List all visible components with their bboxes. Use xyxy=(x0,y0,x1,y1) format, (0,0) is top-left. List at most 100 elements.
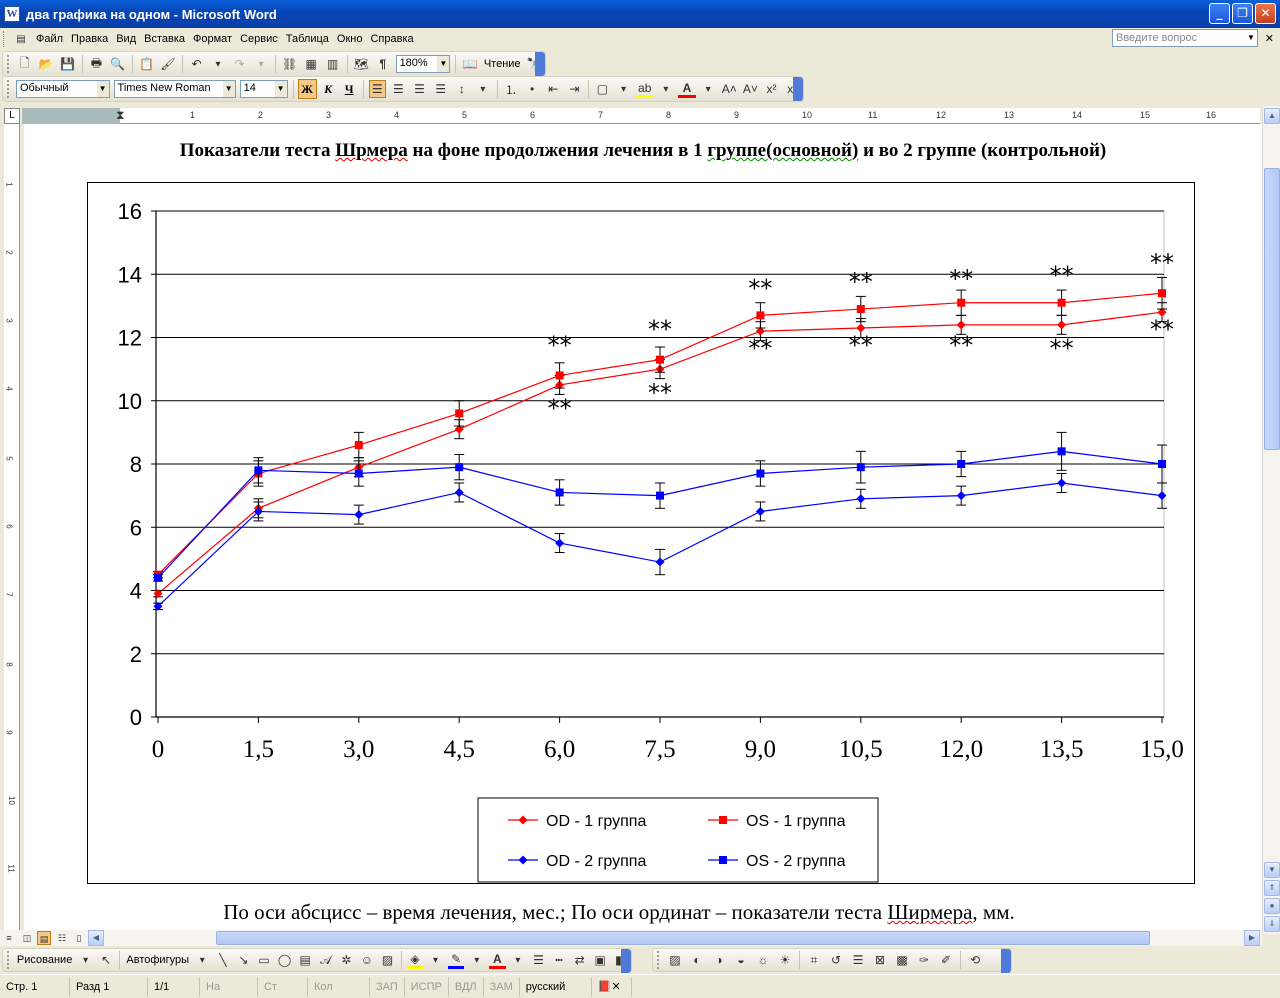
insert-excel-icon[interactable]: ▥ xyxy=(324,55,342,73)
crop-icon[interactable]: ⌗ xyxy=(805,951,823,969)
chevron-down-icon[interactable]: ▼ xyxy=(222,81,235,97)
ask-question-input[interactable]: Введите вопрос ▼ xyxy=(1112,29,1258,47)
autoshapes-menu-button[interactable]: Автофигуры xyxy=(126,954,189,966)
status-record[interactable]: ЗАП xyxy=(370,976,405,997)
justify-icon[interactable]: ☰ xyxy=(432,80,449,98)
chart-object[interactable]: 0 2 4 6 8 10 12 14 16 0 1,5 3,0 4,5 6,0 7,5 9,0 10,5 12,0… xyxy=(87,182,1195,884)
menu-view[interactable]: Вид xyxy=(112,33,140,45)
font-color-icon[interactable]: A xyxy=(489,951,506,969)
chevron-down-icon[interactable]: ▾ xyxy=(700,80,717,98)
status-language[interactable]: русский (Ро xyxy=(520,976,592,997)
chevron-down-icon[interactable]: ▾ xyxy=(468,951,485,969)
reading-view-icon[interactable]: ▯ xyxy=(72,931,86,945)
text-box-icon[interactable]: ▤ xyxy=(297,951,314,969)
open-folder-icon[interactable]: 📂 xyxy=(38,55,56,73)
italic-button[interactable]: К xyxy=(319,79,338,99)
reset-picture-icon[interactable]: ⟲ xyxy=(966,951,984,969)
document-menu-icon[interactable]: ▤ xyxy=(12,30,30,48)
vertical-scroll-thumb[interactable] xyxy=(1264,168,1280,450)
redo-dropdown-icon[interactable]: ▾ xyxy=(252,55,270,73)
text-wrap-icon[interactable]: ▩ xyxy=(893,951,911,969)
horizontal-scrollbar[interactable]: ≡ ◫ ▤ ☷ ▯ ◀ ▶ xyxy=(0,930,1262,946)
drawing-menu-button[interactable]: Рисование xyxy=(17,954,72,966)
scroll-left-icon[interactable]: ◀ xyxy=(88,930,104,946)
increase-indent-icon[interactable]: ⇥ xyxy=(566,80,583,98)
select-objects-icon[interactable]: ↖ xyxy=(98,951,115,969)
font-color-icon[interactable]: A xyxy=(678,80,696,98)
less-brightness-icon[interactable]: ☀ xyxy=(776,951,794,969)
print-preview-icon[interactable]: 🔍 xyxy=(109,55,127,73)
arrow-style-icon[interactable]: ⇄ xyxy=(571,951,588,969)
zoom-select[interactable]: 180% ▼ xyxy=(395,55,451,73)
menu-insert[interactable]: Вставка xyxy=(140,33,189,45)
insert-table-icon[interactable]: ▦ xyxy=(302,55,320,73)
format-painter-icon[interactable]: 🖌 xyxy=(159,55,177,73)
chevron-down-icon[interactable]: ▾ xyxy=(427,951,444,969)
next-page-icon[interactable]: ⇓ xyxy=(1264,916,1280,932)
spelling-check-icon[interactable]: 📕✕ xyxy=(592,976,632,997)
chevron-down-icon[interactable]: ▼ xyxy=(1245,30,1257,46)
word-app-icon[interactable]: W xyxy=(4,6,20,22)
line-style-icon[interactable]: ☰ xyxy=(530,951,547,969)
show-formatting-icon[interactable]: ¶ xyxy=(374,55,392,73)
document-close-icon[interactable]: ✕ xyxy=(1265,32,1274,45)
shadow-icon[interactable]: ▣ xyxy=(592,951,609,969)
highlight-icon[interactable]: ab xyxy=(636,80,654,98)
document-map-icon[interactable]: 🗺 xyxy=(352,55,370,73)
normal-view-icon[interactable]: ≡ xyxy=(2,931,16,945)
grow-font-icon[interactable]: A˄ xyxy=(721,80,738,98)
transparent-color-icon[interactable]: ✐ xyxy=(937,951,955,969)
chevron-down-icon[interactable]: ▾ xyxy=(77,951,94,969)
minimize-button[interactable]: _ xyxy=(1209,3,1230,24)
font-select[interactable]: Times New Roman ▼ xyxy=(113,80,236,98)
fill-color-icon[interactable]: ◈ xyxy=(406,951,424,969)
line-style-icon[interactable]: ☰ xyxy=(849,951,867,969)
shrink-font-icon[interactable]: A˅ xyxy=(742,80,759,98)
underline-button[interactable]: Ч xyxy=(340,79,359,99)
chevron-down-icon[interactable]: ▼ xyxy=(96,81,109,97)
chevron-down-icon[interactable]: ▼ xyxy=(437,56,450,72)
align-left-icon[interactable]: ☰ xyxy=(368,80,386,98)
diagram-icon[interactable]: ✲ xyxy=(338,951,355,969)
compress-icon[interactable]: ⊠ xyxy=(871,951,889,969)
numbering-icon[interactable]: ⒈ xyxy=(502,80,519,98)
outline-view-icon[interactable]: ☷ xyxy=(55,931,69,945)
vertical-scrollbar[interactable]: ▲ ▼ ⇑ ● ⇓ xyxy=(1262,106,1280,934)
scroll-right-icon[interactable]: ▶ xyxy=(1244,930,1260,946)
indent-marker-icon[interactable]: ⧗ xyxy=(116,108,124,123)
menu-file[interactable]: Файл xyxy=(32,33,67,45)
menu-table[interactable]: Таблица xyxy=(282,33,333,45)
chevron-down-icon[interactable]: ▾ xyxy=(510,951,527,969)
undo-icon[interactable]: ↶ xyxy=(188,55,206,73)
web-view-icon[interactable]: ◫ xyxy=(20,931,34,945)
previous-page-icon[interactable]: ⇑ xyxy=(1264,880,1280,896)
chevron-down-icon[interactable]: ▾ xyxy=(474,80,491,98)
format-picture-icon[interactable]: ✑ xyxy=(915,951,933,969)
scroll-up-icon[interactable]: ▲ xyxy=(1264,108,1280,124)
document-page[interactable]: Показатели теста Шрмера на фоне продолже… xyxy=(24,124,1262,930)
chevron-down-icon[interactable]: ▾ xyxy=(194,951,211,969)
close-button[interactable]: ✕ xyxy=(1255,3,1276,24)
color-icon[interactable]: ◐ xyxy=(688,951,706,969)
oval-tool-icon[interactable]: ◯ xyxy=(276,951,293,969)
borders-icon[interactable]: ▢ xyxy=(594,80,611,98)
tab-selector[interactable]: L xyxy=(4,108,20,124)
menu-edit[interactable]: Правка xyxy=(67,33,112,45)
menu-help[interactable]: Справка xyxy=(366,33,417,45)
bold-button[interactable]: Ж xyxy=(297,79,317,99)
paste-icon[interactable]: 📋 xyxy=(138,55,156,73)
more-contrast-icon[interactable]: ◑ xyxy=(710,951,728,969)
dash-style-icon[interactable]: ┅ xyxy=(551,951,568,969)
restore-button[interactable]: ❐ xyxy=(1232,3,1253,24)
align-center-icon[interactable]: ☰ xyxy=(390,80,407,98)
align-right-icon[interactable]: ☰ xyxy=(411,80,428,98)
horizontal-scroll-thumb[interactable] xyxy=(216,931,1150,945)
horizontal-ruler[interactable]: 1 2 3 4 5 6 7 8 9 10 11 12 13 14 15 16 ⧗ xyxy=(22,108,1260,124)
insert-hyperlink-icon[interactable]: ⛓ xyxy=(281,55,299,73)
superscript-icon[interactable]: x² xyxy=(763,80,780,98)
rectangle-tool-icon[interactable]: ▭ xyxy=(256,951,273,969)
insert-picture-icon[interactable]: ▨ xyxy=(666,951,684,969)
status-overtype[interactable]: ЗАМ xyxy=(484,976,520,997)
arrow-tool-icon[interactable]: ↘ xyxy=(235,951,252,969)
bullets-icon[interactable]: • xyxy=(524,80,541,98)
